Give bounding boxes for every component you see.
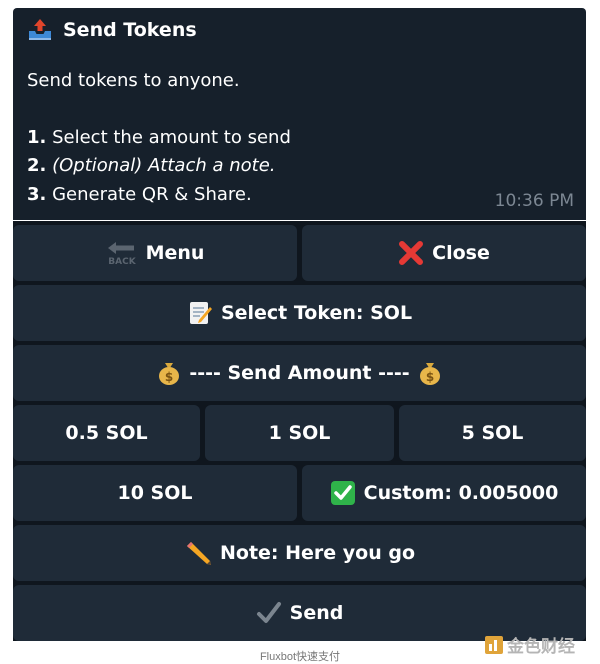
svg-text:BACK: BACK — [108, 257, 136, 266]
svg-text:$: $ — [425, 370, 433, 384]
send-amount-header-button[interactable]: $ ---- Send Amount ---- $ — [13, 345, 586, 401]
step-3: 3. Generate QR & Share. — [27, 184, 252, 205]
note-label: Note: Here you go — [219, 542, 416, 564]
message-timestamp: 10:36 PM — [494, 191, 574, 211]
amount-label: 10 SOL — [117, 482, 193, 504]
watermark-logo-icon — [484, 635, 504, 655]
amount-10-sol-button[interactable]: 10 SOL — [13, 465, 297, 521]
money-bag-icon: $ — [418, 360, 442, 386]
red-x-icon — [398, 240, 424, 266]
amount-label: 1 SOL — [268, 422, 331, 444]
amount-1-sol-button[interactable]: 1 SOL — [205, 405, 394, 461]
pencil-icon — [184, 540, 212, 566]
memo-icon — [187, 300, 213, 326]
money-bag-icon: $ — [157, 360, 181, 386]
send-amount-label: ---- Send Amount ---- — [189, 362, 410, 384]
message-header: Send Tokens — [27, 18, 197, 42]
menu-button[interactable]: BACK Menu — [13, 225, 297, 281]
step-1: 1. Select the amount to send — [27, 127, 291, 148]
close-button[interactable]: Close — [302, 225, 586, 281]
step-2: 2. (Optional) Attach a note. — [27, 155, 276, 176]
amount-0-5-sol-button[interactable]: 0.5 SOL — [13, 405, 200, 461]
select-token-button[interactable]: Select Token: SOL — [13, 285, 586, 341]
inline-keyboard: BACK Menu Close Select Token: SOL $ ----… — [13, 221, 586, 641]
watermark-text: 金色财经 — [507, 637, 575, 657]
back-arrow-icon: BACK — [106, 240, 138, 266]
select-token-label: Select Token: SOL — [220, 302, 413, 324]
note-button[interactable]: Note: Here you go — [13, 525, 586, 581]
watermark: 金色财经 — [484, 632, 575, 657]
amount-label: 0.5 SOL — [65, 422, 148, 444]
amount-label: 5 SOL — [461, 422, 524, 444]
check-mark-icon — [256, 600, 282, 626]
menu-label: Menu — [145, 242, 205, 264]
custom-amount-button[interactable]: Custom: 0.005000 — [302, 465, 586, 521]
outbox-tray-icon — [27, 18, 53, 42]
message-title: Send Tokens — [63, 19, 197, 41]
check-box-icon — [330, 480, 356, 506]
bot-message: Send Tokens Send tokens to anyone. 1. Se… — [13, 8, 586, 220]
message-intro: Send tokens to anyone. — [27, 70, 240, 91]
custom-amount-label: Custom: 0.005000 — [363, 482, 559, 504]
svg-text:$: $ — [165, 370, 173, 384]
amount-5-sol-button[interactable]: 5 SOL — [399, 405, 586, 461]
close-label: Close — [432, 242, 490, 264]
send-label: Send — [289, 602, 344, 624]
